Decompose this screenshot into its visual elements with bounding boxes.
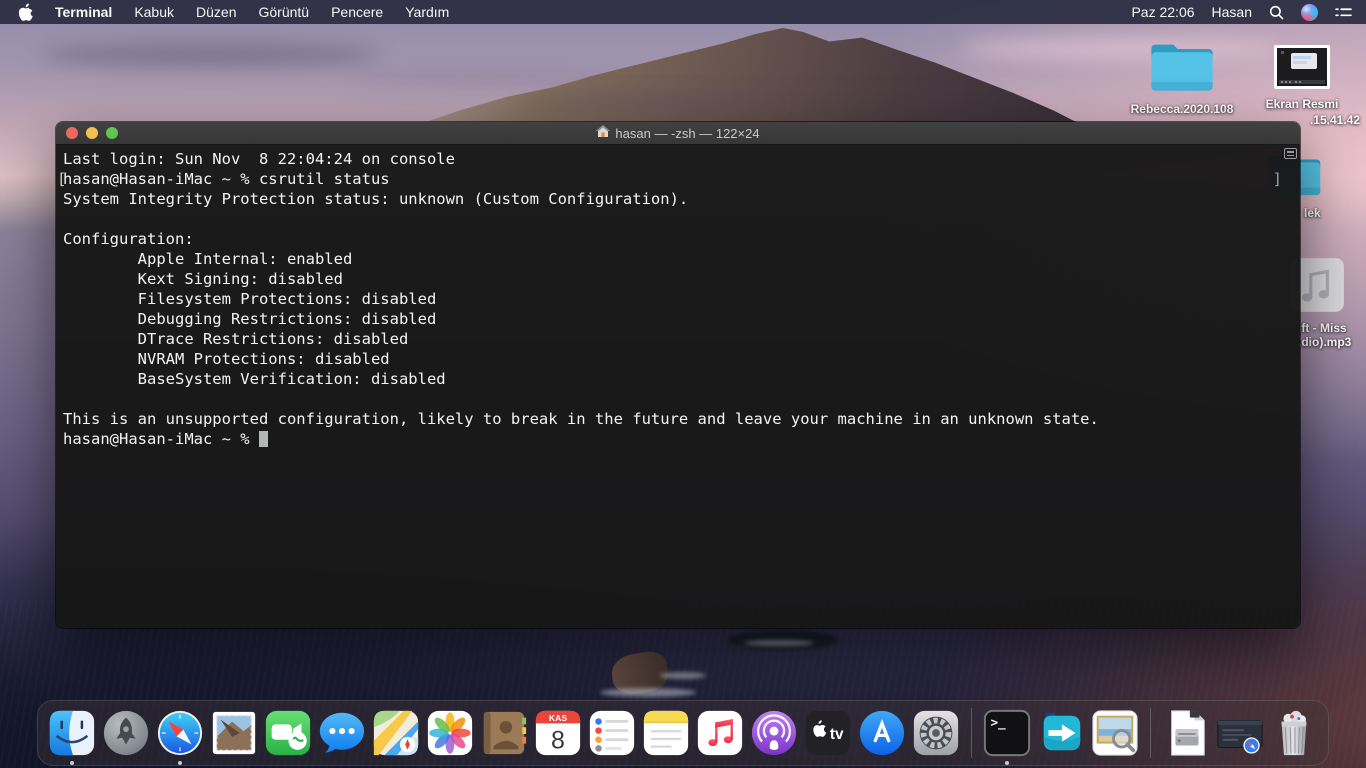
running-indicator-dot	[1005, 761, 1009, 765]
dock-item-messages[interactable]	[317, 708, 367, 758]
dock-item-mail[interactable]	[209, 708, 259, 758]
photos-icon	[425, 708, 475, 758]
dock-item-system-preferences[interactable]	[911, 708, 961, 758]
dock-item-disk-image-file[interactable]	[1161, 708, 1211, 758]
safari-icon	[155, 708, 205, 758]
teamviewer-icon	[1036, 708, 1086, 758]
svg-text:>_: >_	[991, 714, 1007, 730]
dock-item-minimized-safari-window[interactable]	[1215, 708, 1265, 758]
svg-text:tv: tv	[830, 726, 844, 743]
dock-item-contacts[interactable]	[479, 708, 529, 758]
running-indicator-dot	[70, 761, 74, 765]
terminal-content[interactable]: Last login: Sun Nov 8 22:04:24 on consol…	[56, 145, 1300, 628]
dock-item-podcasts[interactable]	[749, 708, 799, 758]
dock-item-app-store[interactable]: A	[857, 708, 907, 758]
dock-item-reminders[interactable]	[587, 708, 637, 758]
dock-item-safari[interactable]	[155, 708, 205, 758]
dock-item-notes[interactable]	[641, 708, 691, 758]
podcasts-icon	[749, 708, 799, 758]
system-preferences-icon	[911, 708, 961, 758]
desktop-icon-screenshot[interactable]: Ekran Resmi	[1244, 44, 1360, 111]
home-icon	[596, 125, 610, 141]
facetime-icon	[263, 708, 313, 758]
sea-foam	[660, 672, 706, 679]
menu-app-name[interactable]: Terminal	[55, 4, 112, 20]
terminal-title-bar[interactable]: hasan — -zsh — 122×24	[56, 122, 1300, 145]
mail-icon	[209, 708, 259, 758]
menu-bar: Terminal KabukDüzenGörüntüPencereYardım …	[0, 0, 1366, 24]
notification-center-icon[interactable]	[1335, 6, 1352, 19]
menu-item-pencere[interactable]: Pencere	[331, 4, 383, 20]
dock-item-facetime[interactable]	[263, 708, 313, 758]
desktop-icon-label: Ekran Resmi	[1244, 97, 1360, 111]
dock-item-teamviewer[interactable]	[1036, 708, 1086, 758]
dock-item-music[interactable]	[695, 708, 745, 758]
spotlight-icon[interactable]	[1269, 5, 1284, 20]
dock-item-calendar[interactable]: KAS 8	[533, 708, 583, 758]
terminal-output: Last login: Sun Nov 8 22:04:24 on consol…	[56, 145, 1300, 449]
menu-item-görüntü[interactable]: Görüntü	[258, 4, 309, 20]
apple-tv-icon: tv	[803, 708, 853, 758]
apple-menu[interactable]	[18, 3, 33, 21]
siri-icon[interactable]	[1301, 4, 1318, 21]
menu-item-düzen[interactable]: Düzen	[196, 4, 236, 20]
terminal-window: hasan — -zsh — 122×24 Last login: Sun No…	[56, 122, 1300, 628]
menu-list: Kabuk Düzen Görüntü Pencere Yardım	[134, 4, 449, 20]
maps-icon	[371, 708, 421, 758]
cloud	[520, 96, 780, 110]
dock-item-terminal[interactable]: >_	[982, 708, 1032, 758]
dock-item-photos[interactable]	[425, 708, 475, 758]
desktop-icon-label: Rebecca.2020.108	[1112, 102, 1252, 116]
running-indicator-dot	[178, 761, 182, 765]
close-button[interactable]	[66, 127, 78, 139]
dock-item-launchpad[interactable]	[101, 708, 151, 758]
notes-icon	[641, 708, 691, 758]
minimize-button[interactable]	[86, 127, 98, 139]
scrollbar-widget[interactable]	[1284, 148, 1297, 159]
trash-icon	[1269, 708, 1319, 758]
folder-icon	[1147, 38, 1217, 95]
messages-icon	[317, 708, 367, 758]
terminal-icon: >_	[982, 708, 1032, 758]
calendar-icon: KAS 8	[533, 708, 583, 758]
app-store-icon: A	[857, 708, 907, 758]
screenshot-thumbnail-icon	[1273, 44, 1331, 90]
terminal-mark-open: [	[57, 169, 66, 189]
disk-image-file-icon	[1161, 708, 1211, 758]
desktop-icon-rebecca-folder[interactable]: Rebecca.2020.108	[1112, 38, 1252, 116]
cloud	[40, 42, 380, 68]
menu-item-yardım[interactable]: Yardım	[405, 4, 449, 20]
dock-item-finder[interactable]	[47, 708, 97, 758]
sea-foam	[744, 640, 814, 646]
dock-item-apple-tv[interactable]: tv	[803, 708, 853, 758]
dock-item-trash[interactable]	[1269, 708, 1319, 758]
terminal-cursor	[259, 431, 268, 447]
minimized-safari-window-icon	[1215, 708, 1265, 758]
zoom-button[interactable]	[106, 127, 118, 139]
svg-text:8: 8	[551, 726, 565, 754]
apple-icon	[18, 3, 33, 21]
launchpad-icon	[101, 708, 151, 758]
terminal-mark-close: ]	[1273, 169, 1282, 189]
menu-item-kabuk[interactable]: Kabuk	[134, 4, 174, 20]
preview-icon	[1090, 708, 1140, 758]
desktop-icon-label-fragment: .15.41.42	[1290, 113, 1360, 127]
terminal-window-title: hasan — -zsh — 122×24	[615, 126, 759, 141]
dock-item-maps[interactable]	[371, 708, 421, 758]
svg-text:KAS: KAS	[549, 713, 567, 723]
desktop-screen: Terminal KabukDüzenGörüntüPencereYardım …	[0, 0, 1366, 768]
menu-clock[interactable]: Paz 22:06	[1131, 4, 1194, 20]
dock-separator	[971, 708, 972, 758]
sea-foam	[600, 688, 696, 697]
reminders-icon	[587, 708, 637, 758]
menu-user[interactable]: Hasan	[1212, 4, 1252, 20]
contacts-icon	[479, 708, 529, 758]
finder-icon	[47, 708, 97, 758]
dock-item-preview[interactable]	[1090, 708, 1140, 758]
dock: KAS 8 tv A >_	[37, 700, 1329, 766]
music-icon	[695, 708, 745, 758]
dock-separator	[1150, 708, 1151, 758]
